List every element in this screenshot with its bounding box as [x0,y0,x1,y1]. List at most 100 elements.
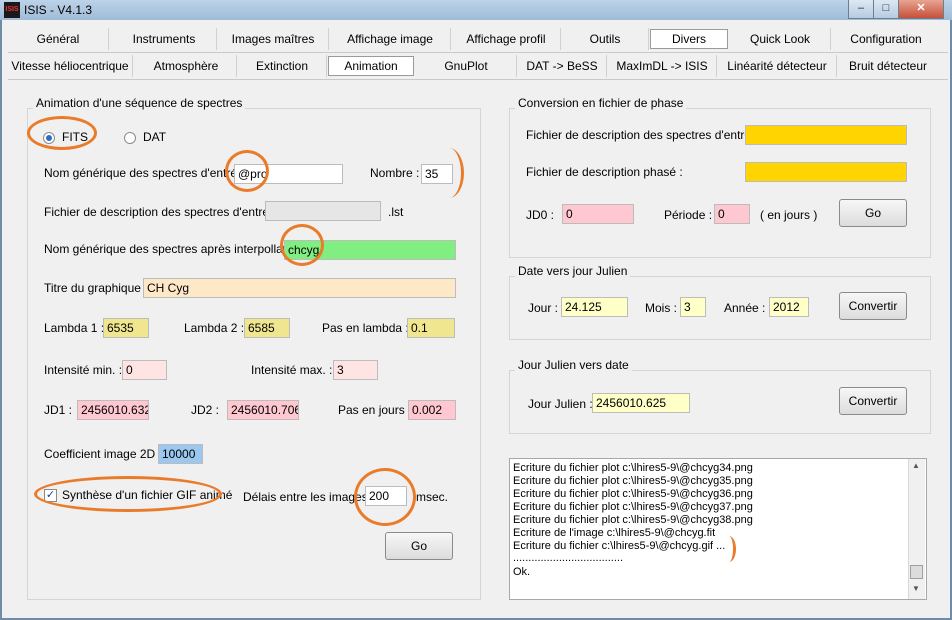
client-area: Général Instruments Images maîtres Affic… [2,20,950,618]
phase-desc-phase-field[interactable] [745,162,907,182]
anim-go-button[interactable]: Go [385,532,453,560]
jd2-label: JD2 : [191,403,220,417]
lambda1-label: Lambda 1 : [44,321,105,335]
phase-go-button[interactable]: Go [839,199,907,227]
annee-label: Année : [724,301,766,315]
date-to-julian-button[interactable]: Convertir [839,292,907,320]
tab-extinction[interactable]: Extinction [238,55,327,77]
log-line: Ecriture du fichier plot c:\lhires5-9\@c… [513,501,753,513]
log-line: Ecriture du fichier plot c:\lhires5-9\@c… [513,488,753,500]
jd0-field[interactable]: 0 [562,204,634,224]
pas-jours-label: Pas en jours : [338,403,412,417]
tab-general[interactable]: Général [8,28,109,50]
annotation-arc-nombre [434,148,464,198]
jd1-label: JD1 : [44,403,73,417]
delai-field[interactable]: 200 [365,486,407,506]
delai-unit-label: msec. [416,490,449,504]
jour-julien-label: Jour Julien : [528,397,593,411]
lambda1-field[interactable]: 6535 [103,318,149,338]
fits-radio[interactable] [43,132,55,144]
nombre-label: Nombre : [370,166,420,180]
maximize-icon[interactable]: □ [873,0,899,19]
desc-input-field[interactable] [265,201,381,221]
imin-field[interactable]: 0 [122,360,167,380]
tab-gnuplot[interactable]: GnuPlot [416,55,517,77]
jour-julien-field[interactable]: 2456010.625 [592,393,690,413]
tab-row-2: Vitesse héliocentrique Atmosphère Extinc… [8,53,948,80]
tab-instruments[interactable]: Instruments [112,28,217,50]
jour-label: Jour : [528,301,559,315]
jd1-field[interactable]: 2456010.632 [77,400,149,420]
julian-date-group-title: Jour Julien vers date [515,358,632,372]
log-line: .................................... [513,552,624,564]
imax-label: Intensité max. : [251,363,333,377]
phase-desc-phase-label: Fichier de description phasé : [526,165,683,179]
jd2-field[interactable]: 2456010.706 [227,400,299,420]
scroll-down-icon[interactable]: ▼ [912,584,920,593]
lambda2-label: Lambda 2 : [184,321,245,335]
annee-field[interactable]: 2012 [769,297,809,317]
pas-jours-field[interactable]: 0.002 [408,400,456,420]
jd0-label: JD0 : [526,208,555,222]
tab-atmosphere[interactable]: Atmosphère [136,55,237,77]
tab-animation[interactable]: Animation [328,56,414,76]
dat-radio[interactable] [124,132,136,144]
app-icon: ISIS [4,2,20,18]
julian-to-date-button[interactable]: Convertir [839,387,907,415]
lambda2-field[interactable]: 6585 [244,318,290,338]
tab-divers[interactable]: Divers [650,29,728,49]
interp-field[interactable]: chcyg [284,240,456,260]
gif-checkbox[interactable]: ✓ [44,489,57,502]
pas-lambda-field[interactable]: 0.1 [407,318,455,338]
log-line: Ecriture de l'image c:\lhires5-9\@chcyg.… [513,527,716,539]
phase-desc-in-label: Fichier de description des spectres d'en… [526,128,765,142]
imin-label: Intensité min. : [44,363,123,377]
jour-field[interactable]: 24.125 [561,297,628,317]
title-bar: ISIS ISIS - V4.1.3 – □ ✕ [0,0,952,20]
log-scrollbar[interactable]: ▲ ▼ [908,459,925,599]
generic-input-field[interactable]: @pro [234,164,343,184]
animation-group-title: Animation d'une séquence de spectres [33,96,246,110]
scroll-thumb[interactable] [910,565,923,579]
delai-label: Délais entre les images : [243,490,375,504]
dat-label: DAT [143,130,167,144]
log-line: Ok. [513,566,531,578]
periode-unit-label: ( en jours ) [760,208,818,222]
date-julian-group-title: Date vers jour Julien [515,264,631,278]
coef-label: Coefficient image 2D : [44,447,162,461]
desc-ext-label: .lst [388,205,404,219]
tab-affichage-image[interactable]: Affichage image [330,28,451,50]
scroll-up-icon[interactable]: ▲ [912,461,920,470]
tab-images-maitres[interactable]: Images maîtres [218,28,329,50]
tab-vitesse-heliocentrique[interactable]: Vitesse héliocentrique [8,55,133,77]
desc-input-label: Fichier de description des spectres d'en… [44,205,283,219]
pas-lambda-label: Pas en lambda : [322,321,409,335]
coef-field[interactable]: 10000 [158,444,203,464]
periode-field[interactable]: 0 [714,204,750,224]
tab-row-1: Général Instruments Images maîtres Affic… [8,26,948,53]
log-box[interactable]: Ecriture du fichier plot c:\lhires5-9\@c… [509,458,927,600]
minimize-icon[interactable]: – [848,0,874,19]
tab-dat-bess[interactable]: DAT -> BeSS [518,55,607,77]
mois-field[interactable]: 3 [680,297,706,317]
mois-label: Mois : [645,301,678,315]
tab-configuration[interactable]: Configuration [834,28,938,50]
close-icon[interactable]: ✕ [898,0,944,19]
tab-linearite-detecteur[interactable]: Linéarité détecteur [718,55,837,77]
phase-desc-in-field[interactable] [745,125,907,145]
log-line: Ecriture du fichier plot c:\lhires5-9\@c… [513,514,753,526]
window-title: ISIS - V4.1.3 [24,3,93,17]
log-line: Ecriture du fichier plot c:\lhires5-9\@c… [513,475,753,487]
tab-outils[interactable]: Outils [562,28,649,50]
titre-field[interactable]: CH Cyg [143,278,456,298]
tab-bruit-detecteur[interactable]: Bruit détecteur [838,55,938,77]
tab-maximdl-isis[interactable]: MaxImDL -> ISIS [608,55,717,77]
fits-label: FITS [62,130,88,144]
tab-quick-look[interactable]: Quick Look [730,28,831,50]
log-line: Ecriture du fichier plot c:\lhires5-9\@c… [513,462,753,474]
phase-group-title: Conversion en fichier de phase [515,96,687,110]
interp-label: Nom générique des spectres après interpo… [44,242,309,256]
imax-field[interactable]: 3 [333,360,378,380]
tab-affichage-profil[interactable]: Affichage profil [452,28,561,50]
periode-label: Période : [664,208,713,222]
